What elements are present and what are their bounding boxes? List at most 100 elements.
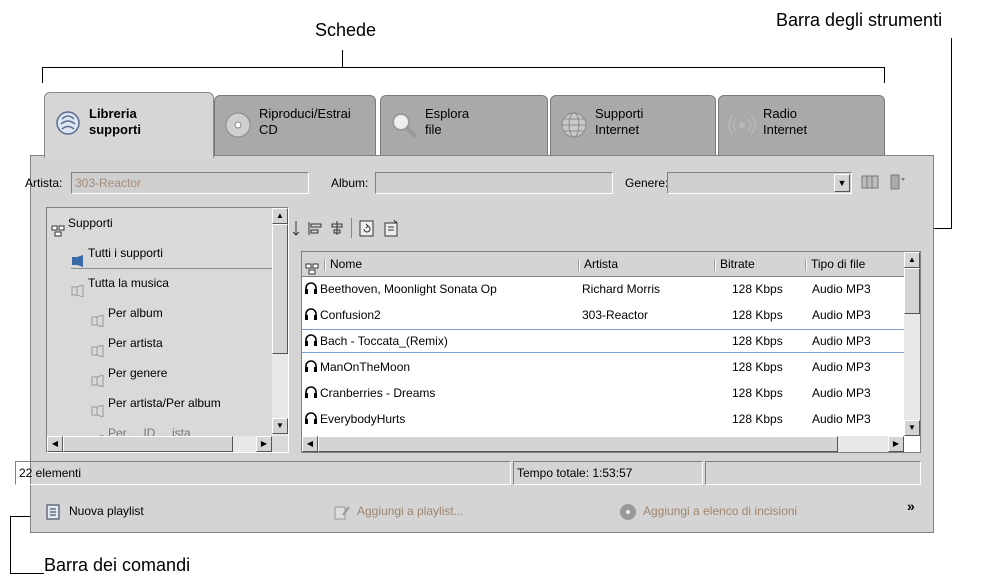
scroll-down-button[interactable]: ▼ <box>904 420 920 436</box>
track-list[interactable]: Nome Artista Bitrate Tipo di file Beetho… <box>301 251 921 453</box>
tab-internet-radio[interactable]: Radio Internet <box>718 95 885 155</box>
column-header-bitrate[interactable]: Bitrate <box>714 252 755 276</box>
column-header-nome[interactable]: Nome <box>324 252 362 276</box>
network-icon <box>305 259 319 275</box>
tree-item-per-artista-album[interactable]: Per artista/Per album <box>91 388 288 418</box>
scroll-up-button[interactable]: ▲ <box>904 252 920 268</box>
track-name-text: Bach - Toccata_(Remix) <box>320 334 448 348</box>
track-filetype: Audio MP3 <box>812 360 871 374</box>
tree-item-per-genere[interactable]: Per genere <box>91 358 288 388</box>
callout-tabs: Schede <box>315 20 377 40</box>
callout-commands: Barra dei comandi <box>44 555 191 575</box>
status-extra <box>705 461 921 485</box>
callout-tabs-stem <box>342 50 343 67</box>
track-bitrate: 128 Kbps <box>732 308 783 322</box>
callout-toolbar-stem <box>951 38 952 228</box>
genre-dropdown-button[interactable]: ▼ <box>834 174 850 192</box>
tab-label: Riproduci/Estrai CD <box>259 106 351 137</box>
track-name: Beethoven, Moonlight Sonata Op <box>305 277 497 301</box>
media-library-panel: Artista: 303-Reactor Album: Genere: ▼ AZ… <box>15 155 934 533</box>
burn-cd-icon <box>619 503 637 521</box>
genre-label: Genere: <box>625 176 669 190</box>
add-to-playlist-button[interactable]: Aggiungi a playlist... <box>333 499 464 523</box>
tree-vertical-scrollbar[interactable]: ▲ ▼ <box>272 208 288 436</box>
callout-commands-bottom <box>10 573 44 574</box>
more-commands-button[interactable]: » <box>907 494 915 518</box>
track-row[interactable]: Bach - Toccata_(Remix) 128 Kbps Audio MP3 <box>302 329 920 353</box>
status-total-time: Tempo totale: 1:53:57 <box>513 461 703 485</box>
tab-internet-media[interactable]: Supporti Internet <box>550 95 716 155</box>
callout-tabs-bracket-right <box>884 67 885 83</box>
scroll-left-button[interactable]: ◀ <box>302 436 318 452</box>
tab-media-library[interactable]: Libreria supporti <box>44 92 214 158</box>
scroll-thumb[interactable] <box>904 268 920 314</box>
tree-item-tutta-la-musica[interactable]: Tutta la musica <box>71 268 288 298</box>
columns-icon[interactable] <box>861 173 879 191</box>
library-tree[interactable]: Supporti Tutti i supporti Tutta la music… <box>46 207 289 453</box>
scroll-thumb[interactable] <box>318 436 838 452</box>
align-center-icon[interactable] <box>329 219 345 237</box>
tree-horizontal-scrollbar[interactable]: ◀ ▶ <box>47 436 272 452</box>
add-to-playlist-label: Aggiungi a playlist... <box>357 504 464 518</box>
track-bitrate: 128 Kbps <box>732 282 783 296</box>
headphones-icon <box>305 304 317 320</box>
column-header-label: Tipo di file <box>811 257 866 271</box>
toolbar-separator <box>351 218 352 238</box>
scroll-up-button[interactable]: ▲ <box>272 208 288 224</box>
align-left-icon[interactable] <box>307 219 323 237</box>
track-row[interactable]: Confusion2 303-Reactor 128 Kbps Audio MP3 <box>302 303 920 327</box>
tab-explore-files[interactable]: Esplora file <box>380 95 548 155</box>
scroll-right-button[interactable]: ▶ <box>888 436 904 452</box>
column-header-tipo[interactable]: Tipo di file <box>805 252 865 276</box>
track-row[interactable]: Cranberries - Dreams 128 Kbps Audio MP3 <box>302 381 920 405</box>
refresh-icon[interactable] <box>359 219 375 237</box>
network-icon <box>51 218 65 237</box>
tree-item-label: Supporti <box>68 216 113 230</box>
new-playlist-button[interactable]: Nuova playlist <box>45 499 144 523</box>
column-icon-header[interactable] <box>305 252 319 276</box>
scroll-down-button[interactable]: ▼ <box>272 418 288 434</box>
track-artist: 303-Reactor <box>582 308 649 322</box>
add-to-burn-list-button[interactable]: Aggiungi a elenco di incisioni <box>619 499 797 523</box>
track-filetype: Audio MP3 <box>812 282 871 296</box>
track-row[interactable]: EverybodyHurts 128 Kbps Audio MP3 <box>302 407 920 431</box>
list-horizontal-scrollbar[interactable]: ◀ ▶ <box>302 436 904 452</box>
add-to-playlist-icon <box>333 503 351 521</box>
track-bitrate: 128 Kbps <box>732 386 783 400</box>
tab-label: Libreria supporti <box>89 106 141 137</box>
tree-item-tutti-i-supporti[interactable]: Tutti i supporti <box>71 238 288 269</box>
genre-dropdown[interactable] <box>667 172 852 194</box>
scroll-left-button[interactable]: ◀ <box>47 436 63 452</box>
new-item-icon[interactable] <box>383 219 399 237</box>
artist-field[interactable]: 303-Reactor <box>71 172 309 194</box>
globe-icon <box>559 110 589 140</box>
column-header-label: Nome <box>330 257 363 271</box>
tree-item-label: Per artista/Per album <box>108 396 221 410</box>
scroll-right-button[interactable]: ▶ <box>256 436 272 452</box>
track-filetype: Audio MP3 <box>812 334 871 348</box>
track-row[interactable]: ManOnTheMoon 128 Kbps Audio MP3 <box>302 355 920 379</box>
tab-label: Esplora file <box>425 106 470 137</box>
scroll-thumb[interactable] <box>272 224 288 354</box>
list-vertical-scrollbar[interactable]: ▲ ▼ <box>904 252 920 436</box>
pane-toggle-icon[interactable] <box>889 173 907 191</box>
column-header-label: Bitrate <box>720 257 755 271</box>
magnifier-icon <box>389 110 419 140</box>
album-field[interactable] <box>375 172 613 194</box>
callout-toolbar: Barra degli strumenti <box>776 10 943 30</box>
callout-tabs-bracket-left <box>42 67 43 83</box>
track-row[interactable]: Beethoven, Moonlight Sonata Op Richard Mo… <box>302 277 920 301</box>
column-header-label: Artista <box>584 257 619 271</box>
track-name-text: EverybodyHurts <box>320 412 406 426</box>
track-artist: Richard Morris <box>582 282 661 296</box>
tree-item-label: Per genere <box>108 366 168 380</box>
add-to-burn-list-label: Aggiungi a elenco di incisioni <box>643 504 798 518</box>
tab-play-rip-cd[interactable]: Riproduci/Estrai CD <box>214 95 376 155</box>
music-icon <box>91 308 105 328</box>
headphones-icon <box>305 382 317 398</box>
tree-item-supporti[interactable]: Supporti <box>51 208 276 238</box>
tree-item-per-album[interactable]: Per album <box>91 298 288 328</box>
scroll-thumb[interactable] <box>63 436 233 452</box>
column-header-artista[interactable]: Artista <box>578 252 618 276</box>
tree-item-per-artista[interactable]: Per artista <box>91 328 288 358</box>
